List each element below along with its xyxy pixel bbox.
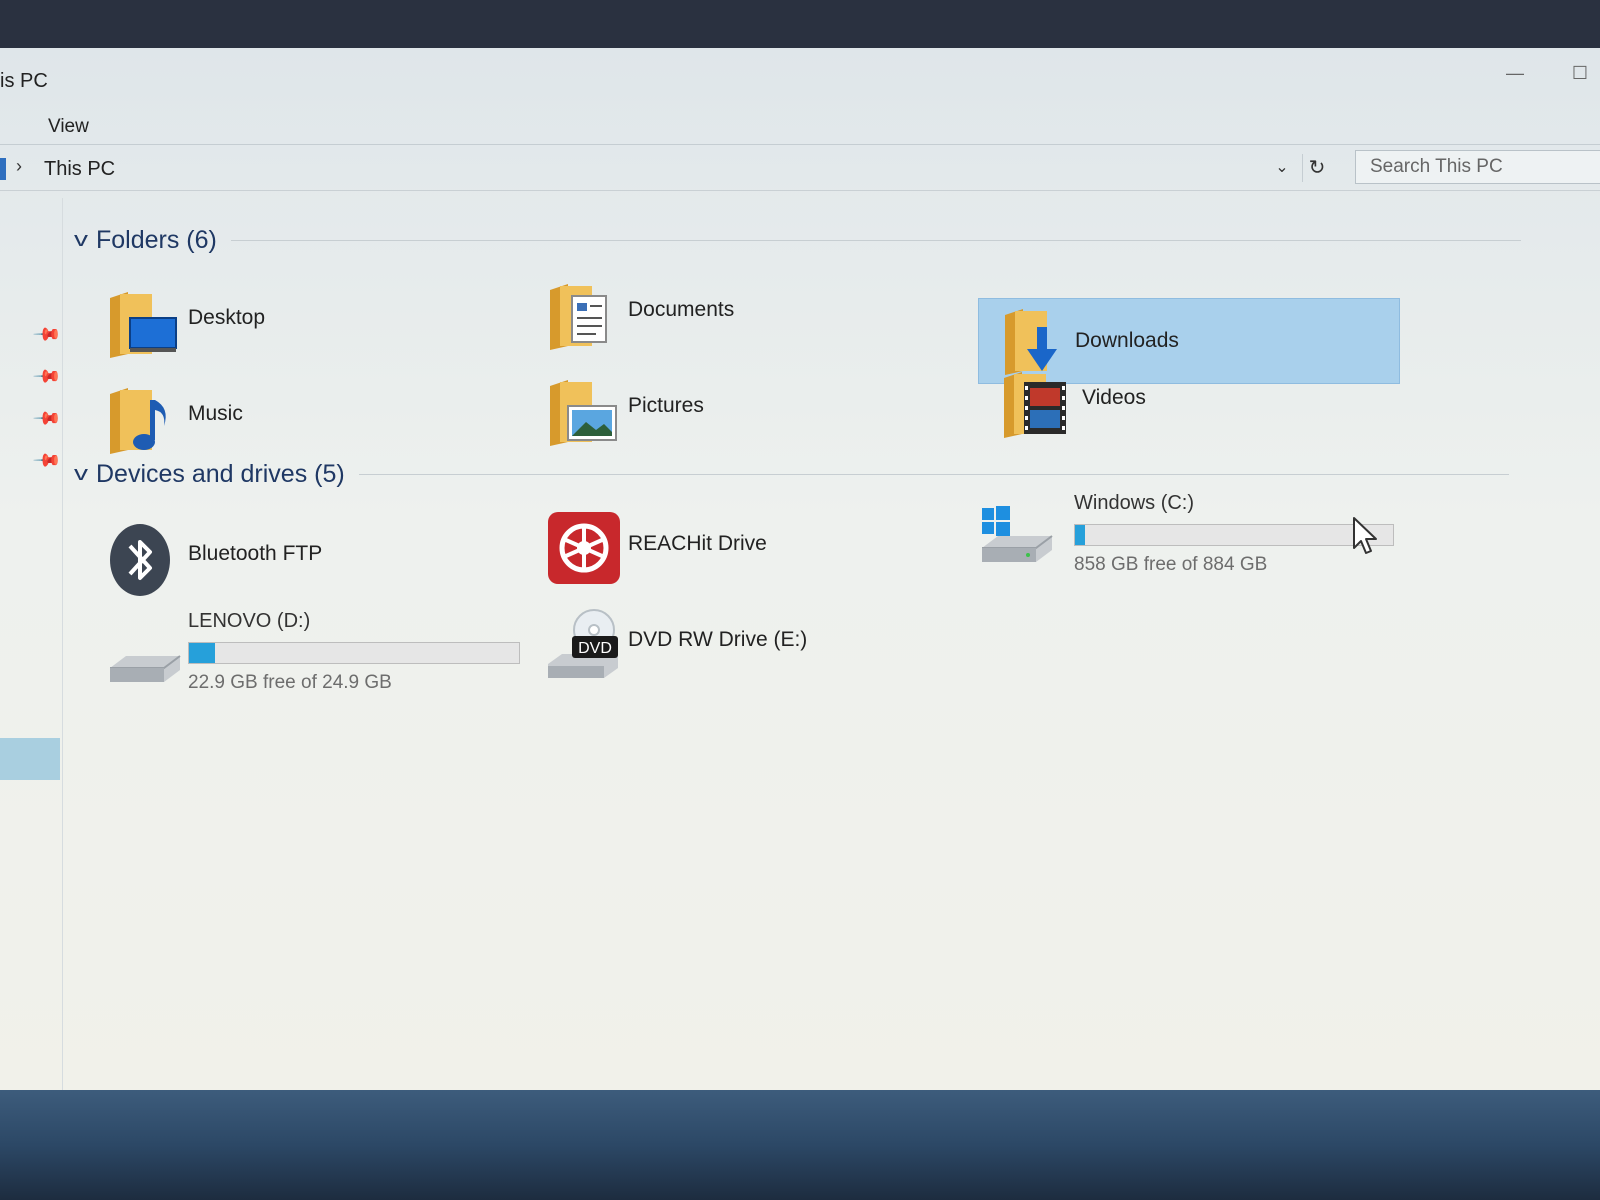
window-title: is PC [0, 70, 48, 92]
folder-label: Pictures [628, 394, 704, 417]
group-divider [230, 240, 1521, 241]
folder-tile-music[interactable]: Music [106, 374, 486, 458]
reachit-drive-icon [548, 512, 620, 584]
search-input[interactable] [1356, 151, 1600, 183]
ribbon-tabs: View [0, 108, 1600, 145]
videos-folder-icon [1004, 372, 1066, 438]
dvd-badge-text: DVD [578, 640, 612, 657]
drive-usage-fill [1075, 525, 1085, 545]
folder-tile-pictures[interactable]: Pictures [546, 366, 926, 450]
pictures-folder-icon [550, 380, 617, 446]
devices-group-header[interactable]: v Devices and drives (5) [74, 460, 1509, 489]
device-label: DVD RW Drive (E:) [628, 628, 808, 651]
title-bar: is PC — ☐ [0, 48, 1600, 108]
tab-view[interactable]: View [48, 116, 89, 138]
folder-label: Music [188, 402, 243, 425]
folder-tile-videos[interactable]: Videos [1000, 358, 1380, 442]
pin-icon[interactable]: 📌 [32, 361, 63, 392]
device-tile-lenovo-d[interactable]: LENOVO (D:) 22.9 GB free of 24.9 GB [106, 604, 546, 704]
device-tile-reachit[interactable]: REACHit Drive [546, 504, 926, 588]
navigation-pane: 📌 📌 📌 📌 [0, 198, 63, 1098]
device-label: Bluetooth FTP [188, 542, 323, 565]
drive-usage-fill [189, 643, 216, 663]
dvd-drive-icon: DVD [548, 609, 618, 678]
device-tile-windows-c[interactable]: Windows (C:) 858 GB free of 884 GB [978, 486, 1408, 586]
drive-usage-bar [1074, 524, 1394, 546]
chevron-down-icon[interactable]: v [74, 463, 88, 486]
hard-drive-icon [110, 655, 181, 682]
folder-label: Downloads [1075, 329, 1179, 352]
drive-free-space: 858 GB free of 884 GB [1074, 554, 1268, 575]
folder-label: Documents [628, 298, 735, 321]
desktop-folder-icon [110, 292, 177, 358]
search-box[interactable] [1355, 150, 1600, 184]
nav-edge-indicator [0, 158, 6, 180]
folder-tile-desktop[interactable]: Desktop [106, 278, 486, 362]
drive-usage-bar [188, 642, 520, 664]
folder-label: Videos [1082, 386, 1146, 409]
breadcrumb-this-pc[interactable]: This PC [44, 158, 115, 181]
nav-selected-item[interactable] [0, 738, 60, 780]
content-pane: v Folders (6) Desktop Documents Download… [62, 198, 1600, 1098]
device-label: REACHit Drive [628, 532, 767, 555]
maximize-button[interactable]: ☐ [1565, 58, 1595, 88]
folder-label: Desktop [188, 306, 266, 329]
bluetooth-icon [110, 524, 170, 596]
device-label: Windows (C:) [1074, 492, 1195, 514]
device-tile-dvd-e[interactable]: DVD DVD RW Drive (E:) [546, 600, 926, 684]
address-row: › This PC ⌄ ↻ [0, 144, 1600, 191]
windows-drive-icon [982, 506, 1053, 562]
folders-group-header[interactable]: v Folders (6) [74, 226, 1521, 255]
desk-background [0, 1090, 1600, 1200]
chevron-down-icon[interactable]: v [74, 229, 88, 252]
minimize-button[interactable]: — [1500, 58, 1530, 88]
devices-group-title: Devices and drives (5) [96, 460, 345, 488]
documents-folder-icon [550, 284, 607, 350]
pin-icon[interactable]: 📌 [32, 445, 63, 476]
group-divider [358, 474, 1509, 475]
address-dropdown-icon[interactable]: ⌄ [1270, 154, 1294, 182]
explorer-window: is PC — ☐ View › This PC ⌄ ↻ 📌 📌 📌 📌 v F… [0, 48, 1600, 1100]
folders-group-title: Folders (6) [96, 226, 217, 254]
device-label: LENOVO (D:) [188, 610, 311, 632]
refresh-icon[interactable]: ↻ [1302, 154, 1331, 182]
folder-tile-documents[interactable]: Documents [546, 270, 926, 354]
breadcrumb-chevron-icon[interactable]: › [16, 156, 22, 177]
pin-icon[interactable]: 📌 [32, 319, 63, 350]
music-folder-icon [110, 388, 166, 454]
drive-free-space: 22.9 GB free of 24.9 GB [188, 672, 392, 693]
device-tile-bluetooth[interactable]: Bluetooth FTP [106, 514, 486, 598]
pin-icon[interactable]: 📌 [32, 403, 63, 434]
mouse-cursor-icon [1353, 517, 1377, 554]
